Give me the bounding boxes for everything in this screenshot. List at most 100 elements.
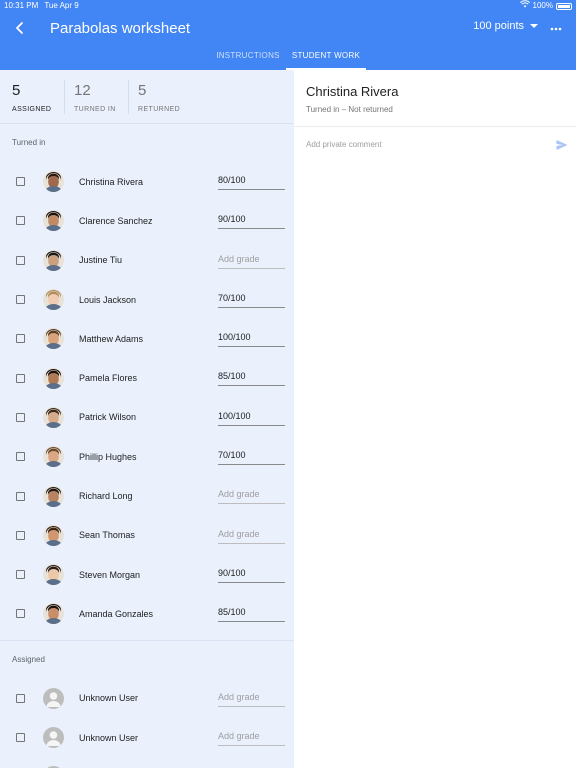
private-comment-input[interactable]: Add private comment <box>306 140 536 149</box>
page-title: Parabolas worksheet <box>50 19 191 37</box>
student-name: Patrick Wilson <box>79 412 137 423</box>
caret-down-icon <box>530 24 538 28</box>
grade-input[interactable]: 70/100 <box>218 450 285 466</box>
avatar <box>43 485 64 507</box>
grade-input[interactable]: Add grade <box>218 254 285 269</box>
student-name: Clarence Sanchez <box>79 215 153 226</box>
header: 10:31 PM Tue Apr 9 100% Parabolas worksh… <box>0 0 576 70</box>
select-checkbox[interactable] <box>16 255 25 265</box>
student-list-panel: 5 ASSIGNED 12 TURNED IN 5 RETURNED Turne… <box>0 70 294 768</box>
avatar <box>43 603 64 625</box>
grade-input[interactable]: 100/100 <box>218 411 285 426</box>
section-assigned-label: Assigned <box>12 654 45 664</box>
select-checkbox[interactable] <box>16 609 25 619</box>
stat-assigned[interactable]: 5 ASSIGNED <box>0 70 64 123</box>
student-row[interactable]: Louis Jackson 70/100 <box>0 280 294 319</box>
avatar <box>43 564 64 586</box>
student-row[interactable]: Unknown User Add grade <box>0 679 294 718</box>
select-checkbox[interactable] <box>16 295 25 305</box>
avatar <box>43 524 64 546</box>
tab-student-work[interactable]: STUDENT WORK <box>286 46 366 70</box>
grade-input[interactable]: 85/100 <box>218 607 285 623</box>
student-name: Unknown User <box>79 693 139 704</box>
select-checkbox[interactable] <box>16 412 25 422</box>
avatar <box>43 210 64 232</box>
student-row[interactable]: Sean Thomas Add grade <box>0 516 294 555</box>
status-bar: 10:31 PM Tue Apr 9 100% <box>0 0 576 12</box>
grade-input[interactable]: 90/100 <box>218 214 285 230</box>
student-row[interactable]: Patrick Wilson 100/100 <box>0 398 294 437</box>
student-row[interactable]: Phillip Hughes 70/100 <box>0 437 294 476</box>
select-checkbox[interactable] <box>16 216 25 226</box>
grade-input[interactable]: Add grade <box>218 489 285 505</box>
student-name: Christina Rivera <box>79 176 144 187</box>
select-checkbox[interactable] <box>16 733 25 742</box>
stat-returned-label: RETURNED <box>138 106 181 113</box>
student-detail-panel: Christina Rivera Turned in – Not returne… <box>294 70 576 768</box>
grade-input[interactable]: Add grade <box>218 692 285 707</box>
detail-student-name: Christina Rivera <box>306 84 399 99</box>
student-name: Pamela Flores <box>79 373 138 384</box>
battery-percent: 100% <box>532 1 553 10</box>
turned-in-list: Christina Rivera 80/100 Clarence Sanchez 90… <box>0 162 294 634</box>
section-turned-in-label: Turned in <box>12 138 46 147</box>
stat-turned-in[interactable]: 12 TURNED IN <box>64 70 128 123</box>
points-label: 100 points <box>473 20 524 32</box>
more-options-button[interactable] <box>550 20 562 32</box>
grade-input[interactable]: Add grade <box>218 731 285 746</box>
select-checkbox[interactable] <box>16 452 25 462</box>
select-checkbox[interactable] <box>16 177 25 187</box>
student-row[interactable]: Matthew Adams 100/100 <box>0 319 294 358</box>
send-icon <box>556 140 568 150</box>
grade-input[interactable]: Add grade <box>218 529 285 544</box>
default-avatar-icon <box>43 727 64 748</box>
grade-input[interactable]: 80/100 <box>218 175 285 190</box>
select-checkbox[interactable] <box>16 570 25 580</box>
student-row[interactable]: Richard Long Add grade <box>0 476 294 515</box>
student-row[interactable]: Unknown UserAdd grade <box>0 718 294 757</box>
student-row[interactable]: Unknown UserAdd grade <box>0 757 294 768</box>
grade-input[interactable]: 90/100 <box>218 568 285 583</box>
avatar <box>43 367 64 389</box>
select-checkbox[interactable] <box>16 373 25 383</box>
detail-student-status: Turned in – Not returned <box>306 105 393 114</box>
send-button[interactable] <box>556 138 568 150</box>
student-name: Richard Long <box>79 491 133 502</box>
stat-returned[interactable]: 5 RETURNED <box>128 70 192 123</box>
tab-bar: INSTRUCTIONS STUDENT WORK <box>0 46 576 70</box>
stat-turned-in-label: TURNED IN <box>74 106 116 113</box>
student-row[interactable]: Amanda Gonzales 85/100 <box>0 594 294 633</box>
status-date: Tue Apr 9 <box>44 1 79 10</box>
grade-input[interactable]: 100/100 <box>218 332 285 348</box>
avatar <box>43 446 64 468</box>
student-row[interactable]: Christina Rivera 80/100 <box>0 162 294 201</box>
student-row[interactable]: Steven Morgan 90/100 <box>0 555 294 594</box>
student-name: Sean Thomas <box>79 530 135 541</box>
detail-divider <box>294 126 576 127</box>
avatar <box>43 406 64 428</box>
student-row[interactable]: Justine Tiu Add grade <box>0 241 294 280</box>
avatar <box>43 171 64 193</box>
stat-returned-value: 5 <box>138 82 147 99</box>
student-name: Phillip Hughes <box>79 451 137 462</box>
points-dropdown[interactable]: 100 points <box>473 20 538 32</box>
avatar <box>43 328 64 350</box>
student-row[interactable]: Clarence Sanchez 90/100 <box>0 201 294 240</box>
select-checkbox[interactable] <box>16 491 25 501</box>
select-checkbox[interactable] <box>16 530 25 540</box>
grade-input[interactable]: 85/100 <box>218 371 285 387</box>
back-button[interactable] <box>0 12 40 44</box>
select-checkbox[interactable] <box>16 693 25 703</box>
student-row[interactable]: Pamela Flores 85/100 <box>0 358 294 397</box>
wifi-icon <box>519 0 530 12</box>
student-name: Justine Tiu <box>79 255 123 266</box>
stat-assigned-label: ASSIGNED <box>12 106 52 113</box>
avatar <box>43 249 64 271</box>
student-name: Steven Morgan <box>79 569 141 580</box>
student-name: Amanda Gonzales <box>79 608 154 619</box>
stat-turned-in-value: 12 <box>74 82 91 99</box>
grade-input[interactable]: 70/100 <box>218 293 285 308</box>
select-checkbox[interactable] <box>16 334 25 344</box>
tab-instructions[interactable]: INSTRUCTIONS <box>210 46 286 70</box>
default-avatar-icon <box>43 687 64 709</box>
